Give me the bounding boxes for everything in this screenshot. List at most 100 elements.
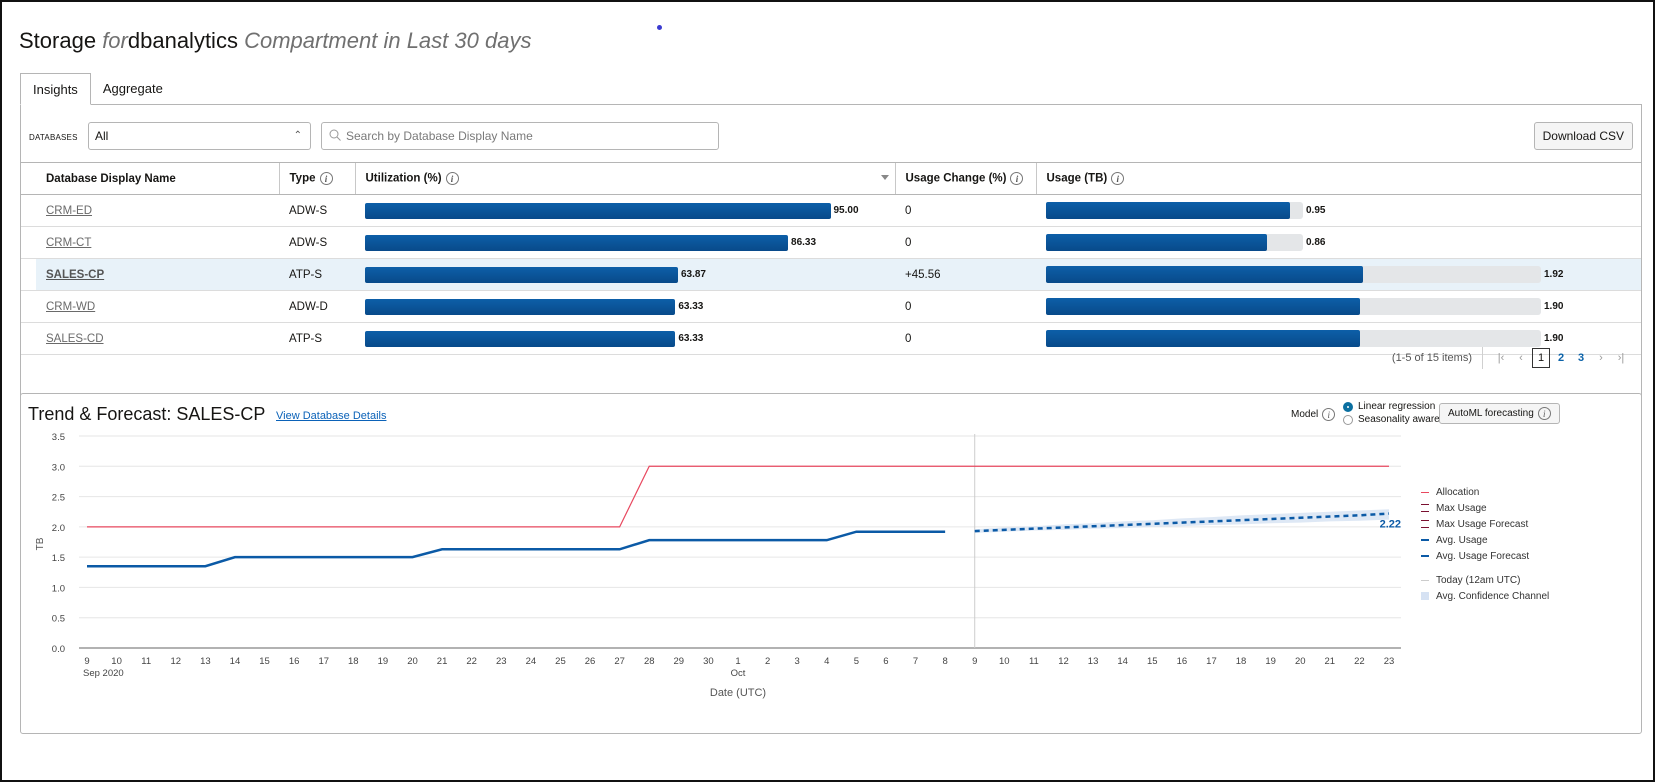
legend-swatch-icon — [1421, 539, 1429, 541]
chart-legend: Allocation Max Usage Max Usage Forecast Avg… — [1421, 484, 1549, 604]
legend-item[interactable]: Avg. Confidence Channel — [1421, 588, 1549, 604]
info-icon[interactable]: i — [445, 172, 459, 185]
page-1-button[interactable]: 1 — [1532, 348, 1550, 368]
cell-type: ADW-S — [279, 194, 355, 227]
forecast-end-label: 2.22 — [1380, 519, 1401, 531]
x-tick-label: 7 — [913, 656, 918, 667]
tab-insights[interactable]: Insights — [20, 73, 91, 105]
x-tick-label: 26 — [585, 656, 596, 667]
search-icon — [329, 129, 341, 141]
x-tick-label: 16 — [289, 656, 300, 667]
legend-item[interactable]: Avg. Usage — [1421, 532, 1549, 548]
legend-item[interactable]: Max Usage — [1421, 500, 1549, 516]
search-box[interactable] — [321, 122, 719, 150]
x-tick-label: 27 — [614, 656, 625, 667]
first-page-icon[interactable]: |‹ — [1492, 352, 1510, 364]
tab-aggregate[interactable]: Aggregate — [91, 73, 175, 105]
table-row[interactable]: CRM-ED ADW-S 95.00 0 0.95 — [21, 194, 1641, 227]
cell-utilization: 86.33 — [355, 226, 895, 259]
databases-select[interactable]: All ⌃ — [88, 122, 311, 150]
usage-bar-track — [1046, 330, 1541, 347]
utilization-bar-wrap: 86.33 — [365, 234, 885, 251]
cell-utilization: 63.33 — [355, 322, 895, 355]
usage-bar-wrap: 1.92 — [1046, 266, 1631, 283]
cell-type: ADW-S — [279, 226, 355, 259]
search-input[interactable] — [344, 124, 704, 148]
x-sublabel: Oct — [731, 668, 746, 679]
database-link[interactable]: SALES-CP — [46, 269, 104, 281]
header-type[interactable]: Type i — [278, 162, 355, 195]
x-tick-label: 8 — [942, 656, 947, 667]
database-link[interactable]: CRM-WD — [46, 301, 95, 313]
usage-bar-track — [1046, 202, 1303, 219]
x-tick-label: 10 — [111, 656, 122, 667]
header-usage-tb-label: Usage (TB) — [1046, 172, 1108, 185]
cell-type: ADW-D — [279, 290, 355, 323]
header-utilization[interactable]: Utilization (%) i — [354, 162, 895, 195]
usage-bar-wrap: 0.95 — [1046, 202, 1631, 219]
cell-usage-change: 0 — [895, 226, 1036, 259]
page-3-button[interactable]: 3 — [1572, 352, 1590, 364]
legend-item[interactable]: Today (12am UTC) — [1421, 572, 1549, 588]
legend-label: Max Usage Forecast — [1436, 518, 1529, 530]
prev-page-icon[interactable]: ‹ — [1512, 352, 1530, 364]
x-tick-label: 20 — [407, 656, 418, 667]
usage-bar-wrap: 1.90 — [1046, 330, 1631, 347]
database-link[interactable]: SALES-CD — [46, 333, 104, 345]
sort-desc-icon[interactable] — [880, 175, 889, 180]
legend-swatch-icon — [1421, 491, 1429, 493]
usage-bar-wrap: 0.86 — [1046, 234, 1631, 251]
utilization-bar — [365, 234, 789, 251]
usage-value: 1.92 — [1544, 269, 1564, 280]
info-icon[interactable]: i — [1010, 172, 1024, 185]
download-csv-button[interactable]: Download CSV — [1533, 122, 1633, 150]
legend-swatch-icon — [1421, 555, 1429, 557]
utilization-value: 86.33 — [791, 237, 817, 248]
table-row[interactable]: CRM-CT ADW-S 86.33 0 0.86 — [21, 226, 1641, 259]
next-page-icon[interactable]: › — [1592, 352, 1610, 364]
x-tick-label: 11 — [141, 656, 151, 667]
database-link[interactable]: CRM-ED — [46, 205, 92, 217]
header-usage-change[interactable]: Usage Change (%) i — [894, 162, 1036, 195]
legend-item[interactable]: Allocation — [1421, 484, 1549, 500]
title-compartment: dbanalytics — [127, 28, 238, 53]
header-type-label: Type — [289, 172, 316, 185]
y-tick-label: 0.0 — [52, 644, 65, 655]
x-tick-label: 12 — [170, 656, 181, 667]
y-tick-label: 0.5 — [52, 614, 65, 625]
y-tick-label: 3.0 — [52, 462, 65, 473]
avg-usage-line — [87, 530, 946, 568]
info-icon[interactable]: i — [319, 172, 333, 185]
utilization-bar — [365, 266, 678, 283]
y-axis-label: TB — [35, 537, 46, 550]
x-tick-label: 29 — [674, 656, 685, 667]
header-name-label: Database Display Name — [46, 172, 176, 185]
cell-name: SALES-CP — [21, 258, 279, 291]
header-name[interactable]: Database Display Name — [21, 162, 279, 195]
utilization-bar-wrap: 63.33 — [365, 298, 885, 315]
usage-value: 1.90 — [1544, 333, 1564, 344]
usage-bar-wrap: 1.90 — [1046, 298, 1631, 315]
title-suffix: Compartment in Last 30 days — [244, 28, 532, 53]
database-link[interactable]: CRM-CT — [46, 237, 91, 249]
table-row[interactable]: CRM-WD ADW-D 63.33 0 1.90 — [21, 290, 1641, 323]
legend-label: Avg. Usage — [1436, 534, 1488, 546]
page-2-button[interactable]: 2 — [1552, 352, 1570, 364]
legend-swatch-icon — [1421, 592, 1429, 600]
legend-item[interactable]: Max Usage Forecast — [1421, 516, 1549, 532]
y-tick-label: 1.0 — [52, 583, 65, 594]
x-tick-label: 20 — [1295, 656, 1306, 667]
y-tick-label: 2.0 — [52, 523, 65, 534]
utilization-bar-wrap: 63.33 — [365, 330, 885, 347]
legend-item[interactable]: Avg. Usage Forecast — [1421, 548, 1549, 564]
x-sublabel: Sep 2020 — [83, 668, 124, 679]
usage-bar — [1046, 298, 1360, 315]
header-usage-tb[interactable]: Usage (TB) i — [1035, 162, 1641, 195]
last-page-icon[interactable]: ›| — [1612, 352, 1630, 364]
x-tick-label: 15 — [1147, 656, 1158, 667]
info-icon[interactable]: i — [1111, 172, 1125, 185]
x-tick-label: 12 — [1058, 656, 1069, 667]
x-tick-label: 3 — [795, 656, 800, 667]
x-tick-label: 11 — [1029, 656, 1039, 667]
table-row[interactable]: SALES-CP ATP-S 63.87 +45.56 1.92 — [21, 258, 1641, 291]
